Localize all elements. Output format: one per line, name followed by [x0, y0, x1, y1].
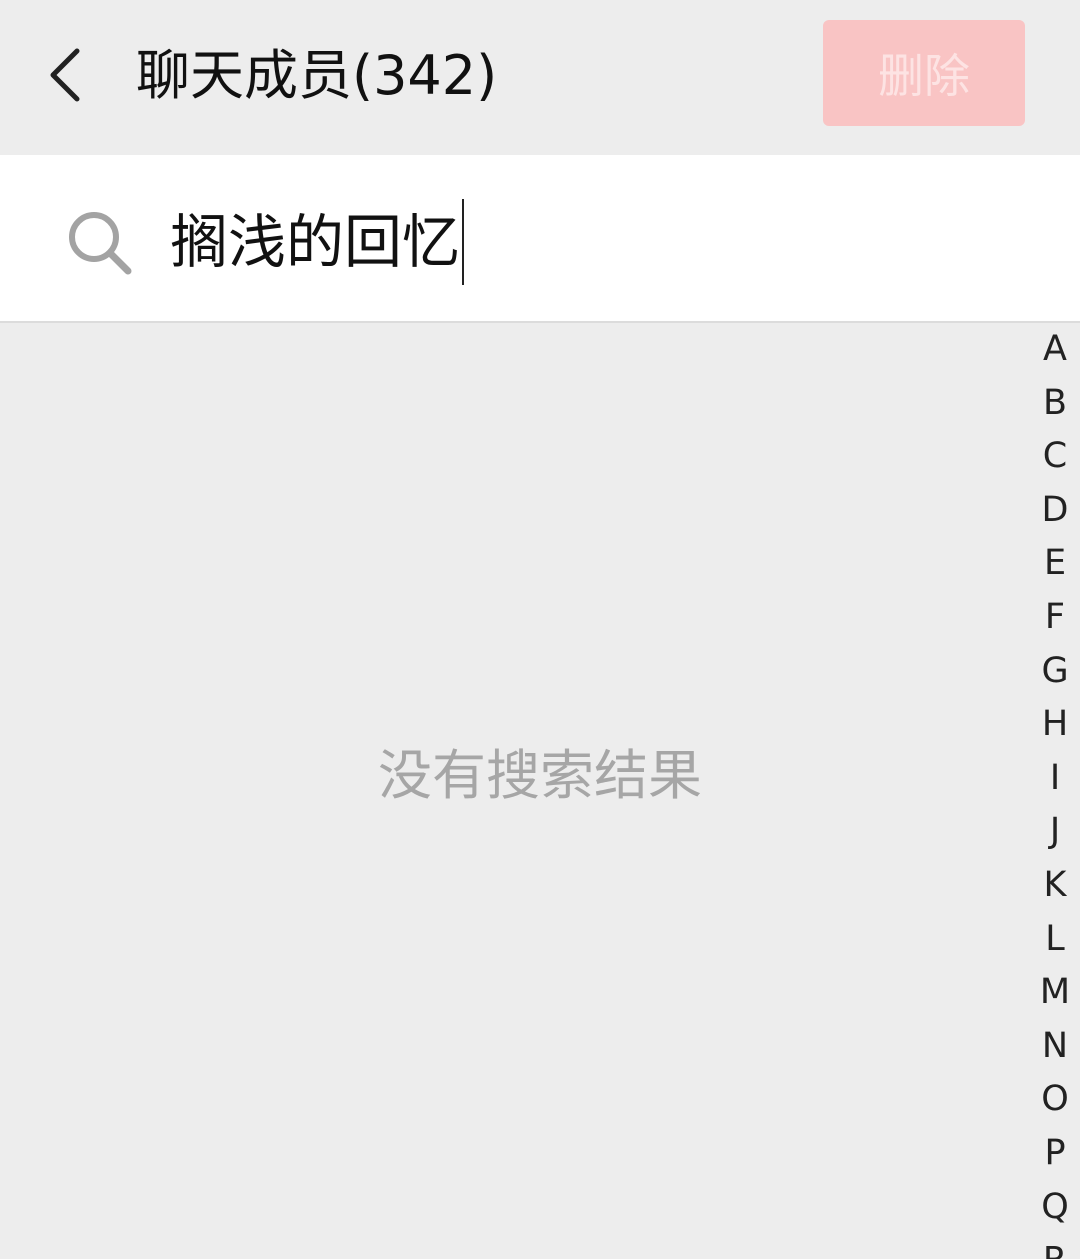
alphabet-index-bar[interactable]: ABCDEFGHIJKLMNOPQR [1030, 323, 1080, 1259]
search-bar: 搁浅的回忆 [0, 155, 1080, 323]
index-letter-m[interactable]: M [1030, 966, 1080, 1020]
chevron-left-icon [50, 48, 80, 102]
page-title: 聊天成员(342) [136, 44, 498, 107]
index-letter-n[interactable]: N [1030, 1020, 1080, 1074]
index-letter-p[interactable]: P [1030, 1127, 1080, 1181]
index-letter-j[interactable]: J [1030, 805, 1080, 859]
search-icon [69, 212, 132, 275]
index-letter-i[interactable]: I [1030, 752, 1080, 806]
index-letter-f[interactable]: F [1030, 591, 1080, 645]
index-letter-e[interactable]: E [1030, 537, 1080, 591]
delete-button[interactable]: 删除 [823, 20, 1025, 126]
index-letter-b[interactable]: B [1030, 377, 1080, 431]
index-letter-a[interactable]: A [1030, 323, 1080, 377]
index-letter-h[interactable]: H [1030, 698, 1080, 752]
search-input[interactable]: 搁浅的回忆 [170, 199, 465, 285]
index-letter-c[interactable]: C [1030, 430, 1080, 484]
empty-result-message: 没有搜索结果 [378, 744, 702, 807]
index-letter-d[interactable]: D [1030, 484, 1080, 538]
back-button[interactable] [30, 35, 100, 115]
index-letter-q[interactable]: Q [1030, 1181, 1080, 1235]
index-letter-l[interactable]: L [1030, 913, 1080, 967]
index-letter-g[interactable]: G [1030, 645, 1080, 699]
index-letter-r[interactable]: R [1030, 1234, 1080, 1259]
search-input-value: 搁浅的回忆 [170, 208, 461, 276]
index-letter-o[interactable]: O [1030, 1073, 1080, 1127]
top-bar: 聊天成员(342) 删除 [0, 0, 1080, 155]
index-letter-k[interactable]: K [1030, 859, 1080, 913]
text-caret [462, 199, 465, 285]
